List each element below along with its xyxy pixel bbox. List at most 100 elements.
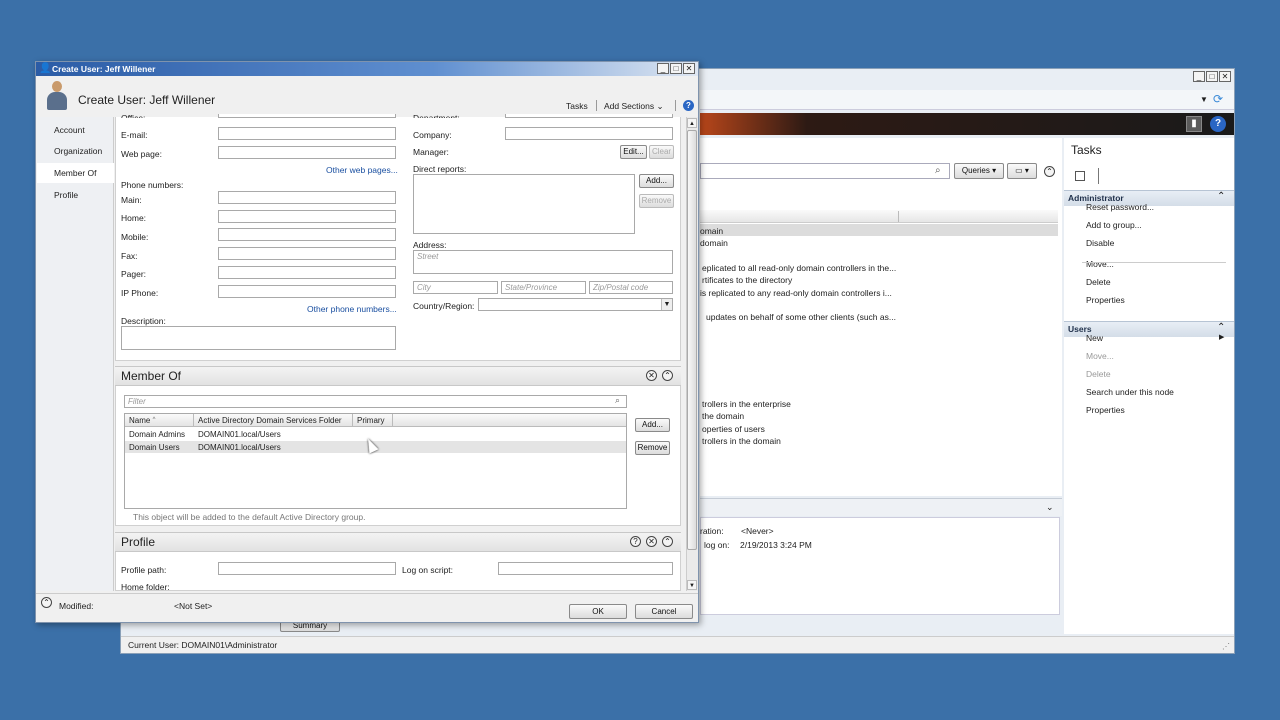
pager-field[interactable] bbox=[218, 266, 396, 279]
member-of-add-button[interactable]: Add... bbox=[635, 418, 670, 432]
tasks-menu[interactable]: Tasks bbox=[566, 101, 588, 111]
bg-list-item[interactable]: trollers in the enterprise bbox=[702, 399, 791, 409]
bg-search-field[interactable] bbox=[700, 163, 950, 179]
cancel-button[interactable]: Cancel bbox=[635, 604, 693, 619]
ipphone-field[interactable] bbox=[218, 285, 396, 298]
task-item[interactable]: Add to group... bbox=[1086, 220, 1142, 230]
resize-grip-icon[interactable]: ⋰ bbox=[1222, 642, 1230, 651]
close-section-icon[interactable]: ✕ bbox=[646, 536, 657, 547]
bg-list-item[interactable]: rtificates to the directory bbox=[702, 275, 792, 285]
department-field[interactable] bbox=[505, 114, 673, 118]
dropdown-arrow-icon[interactable]: ▼ bbox=[661, 299, 672, 310]
task-item[interactable]: New bbox=[1086, 333, 1103, 343]
queries-button[interactable]: Queries ▾ bbox=[954, 163, 1004, 179]
task-pane-pin-icon[interactable] bbox=[1075, 171, 1085, 181]
task-item[interactable]: Properties bbox=[1086, 405, 1125, 415]
other-web-pages-link[interactable]: Other web pages... bbox=[326, 165, 398, 175]
zip-field[interactable]: Zip/Postal code bbox=[589, 281, 673, 294]
minimize-icon[interactable]: _ bbox=[657, 63, 669, 74]
grid-col-name[interactable]: Name ^ bbox=[125, 414, 194, 427]
mobile-phone-label: Mobile: bbox=[121, 232, 149, 242]
collapse-up-icon[interactable]: ⌃ bbox=[662, 536, 673, 547]
nav-item-profile[interactable]: Profile bbox=[37, 185, 114, 205]
search-icon[interactable]: ⌕ bbox=[615, 395, 620, 406]
expand-up-icon[interactable]: ⌃ bbox=[41, 597, 52, 608]
manager-edit-button[interactable]: Edit... bbox=[620, 145, 647, 159]
save-query-button[interactable]: ▭ ▾ bbox=[1007, 163, 1037, 179]
chevron-down-icon[interactable]: ⌄ bbox=[1046, 502, 1054, 513]
grid-col-folder[interactable]: Active Directory Domain Services Folder bbox=[194, 414, 353, 427]
main-phone-field[interactable] bbox=[218, 191, 396, 204]
task-item[interactable]: Delete bbox=[1086, 369, 1111, 379]
collapse-up-icon[interactable]: ⌃ bbox=[1217, 191, 1225, 202]
bg-address-bar bbox=[700, 90, 1234, 110]
member-of-remove-button[interactable]: Remove bbox=[635, 441, 670, 455]
bg-list-item[interactable]: eplicated to all read-only domain contro… bbox=[702, 263, 896, 273]
minimize-icon[interactable]: _ bbox=[1193, 71, 1205, 82]
collapse-up-icon[interactable]: ⌃ bbox=[1044, 166, 1055, 177]
description-field[interactable] bbox=[121, 326, 396, 350]
scroll-up-icon[interactable]: ▲ bbox=[687, 118, 697, 128]
bg-list-item[interactable]: updates on behalf of some other clients … bbox=[706, 312, 896, 322]
task-item[interactable]: Move... bbox=[1086, 351, 1114, 361]
direct-reports-add-button[interactable]: Add... bbox=[639, 174, 674, 188]
close-icon[interactable]: ✕ bbox=[683, 63, 695, 74]
close-icon[interactable]: ✕ bbox=[1219, 71, 1231, 82]
state-field[interactable]: State/Province bbox=[501, 281, 586, 294]
bg-list-item[interactable]: the domain bbox=[702, 411, 744, 421]
street-placeholder: Street bbox=[417, 252, 439, 261]
scroll-thumb[interactable] bbox=[687, 130, 697, 550]
webpage-field[interactable] bbox=[218, 146, 396, 159]
street-field[interactable]: Street bbox=[413, 250, 673, 274]
help-icon[interactable]: ? bbox=[683, 100, 694, 111]
member-of-title: Member Of bbox=[121, 369, 182, 383]
bg-list-item[interactable]: omain bbox=[700, 226, 723, 236]
manager-clear-button[interactable]: Clear bbox=[649, 145, 674, 159]
add-sections-menu[interactable]: Add Sections ⌄ bbox=[604, 101, 664, 112]
task-item[interactable]: Properties bbox=[1086, 295, 1125, 305]
clipboard-icon[interactable]: ▮ bbox=[1186, 116, 1202, 132]
refresh-icon[interactable]: ⟳ bbox=[1213, 92, 1223, 106]
company-field[interactable] bbox=[505, 127, 673, 140]
dropdown-arrow-icon[interactable]: ▼ bbox=[1200, 95, 1208, 104]
task-item[interactable]: Disable bbox=[1086, 238, 1114, 248]
help-icon[interactable]: ? bbox=[1210, 116, 1226, 132]
collapse-up-icon[interactable]: ⌃ bbox=[662, 370, 673, 381]
bg-list-item[interactable]: trollers in the domain bbox=[702, 436, 781, 446]
close-section-icon[interactable]: ✕ bbox=[646, 370, 657, 381]
bg-list-item[interactable]: operties of users bbox=[702, 424, 765, 434]
home-phone-label: Home: bbox=[121, 213, 147, 223]
profile-path-field[interactable] bbox=[218, 562, 396, 575]
bg-list-item[interactable]: domain bbox=[700, 238, 728, 248]
logon-script-field[interactable] bbox=[498, 562, 673, 575]
nav-item-account[interactable]: Account bbox=[37, 120, 114, 140]
help-icon[interactable]: ? bbox=[630, 536, 641, 547]
task-item[interactable]: Move... bbox=[1086, 259, 1114, 269]
task-item[interactable]: Search under this node bbox=[1086, 387, 1174, 397]
direct-reports-remove-button[interactable]: Remove bbox=[639, 194, 674, 208]
bg-list-item[interactable]: is replicated to any read-only domain co… bbox=[700, 288, 892, 298]
ok-button[interactable]: OK bbox=[569, 604, 627, 619]
scroll-down-icon[interactable]: ▼ bbox=[687, 580, 697, 590]
nav-item-organization[interactable]: Organization bbox=[37, 141, 114, 161]
department-label: Department: bbox=[413, 113, 460, 118]
maximize-icon[interactable]: □ bbox=[1206, 71, 1218, 82]
mobile-phone-field[interactable] bbox=[218, 228, 396, 241]
maximize-icon[interactable]: □ bbox=[670, 63, 682, 74]
country-select[interactable] bbox=[478, 298, 673, 311]
fax-field[interactable] bbox=[218, 247, 396, 260]
home-phone-field[interactable] bbox=[218, 210, 396, 223]
collapse-up-icon[interactable]: ⌃ bbox=[1217, 322, 1225, 333]
email-field[interactable] bbox=[218, 127, 396, 140]
other-phone-numbers-link[interactable]: Other phone numbers... bbox=[307, 304, 397, 314]
direct-reports-list[interactable] bbox=[413, 174, 635, 234]
office-field[interactable] bbox=[218, 114, 396, 118]
task-item[interactable]: Reset password... bbox=[1086, 202, 1154, 212]
task-item[interactable]: Delete bbox=[1086, 277, 1111, 287]
nav-item-member-of[interactable]: Member Of bbox=[37, 163, 114, 183]
webpage-label: Web page: bbox=[121, 149, 162, 159]
search-icon[interactable]: ⌕ bbox=[935, 165, 941, 176]
city-field[interactable]: City bbox=[413, 281, 498, 294]
grid-col-primary[interactable]: Primary bbox=[353, 414, 393, 427]
member-of-filter[interactable]: Filter bbox=[124, 395, 627, 408]
